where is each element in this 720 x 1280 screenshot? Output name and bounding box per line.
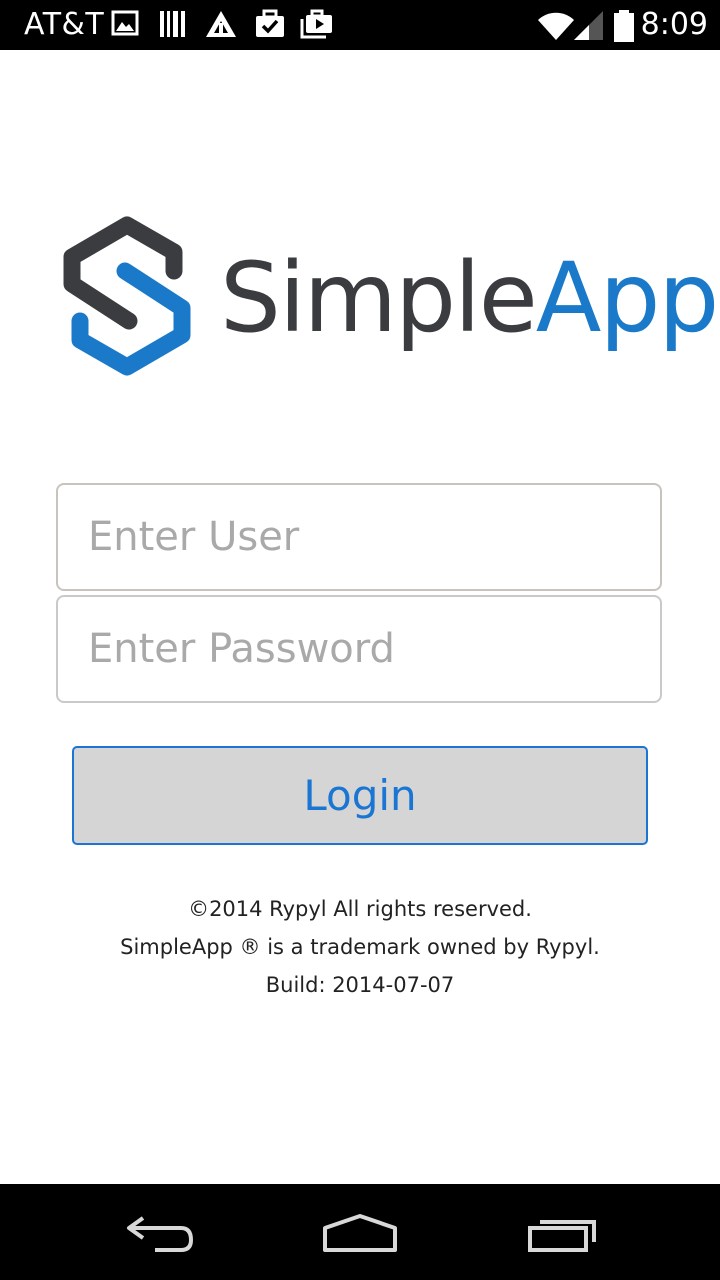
app-logo: SimpleApp bbox=[62, 215, 719, 380]
barcode-icon bbox=[160, 11, 185, 37]
logo-word-simple: Simple bbox=[220, 242, 538, 354]
carrier-label: AT&T bbox=[24, 7, 105, 42]
recent-apps-icon[interactable] bbox=[518, 1204, 608, 1260]
briefcase-check-icon bbox=[256, 9, 284, 37]
clock: 8:09 bbox=[640, 7, 708, 42]
battery-icon bbox=[614, 10, 634, 42]
logo-wordmark: SimpleApp bbox=[220, 242, 720, 354]
navigation-bar bbox=[0, 1184, 720, 1280]
footer: ©2014 Rypyl All rights reserved. SimpleA… bbox=[0, 892, 720, 1006]
briefcase-play-icon bbox=[300, 9, 332, 39]
logo-word-app: App bbox=[535, 242, 720, 354]
build-text: Build: 2014-07-07 bbox=[265, 973, 455, 997]
simpleapp-s-logo-icon bbox=[63, 216, 191, 376]
wifi-icon bbox=[538, 12, 574, 41]
status-bar: AT&T 8:09 bbox=[0, 0, 720, 50]
trademark-text: SimpleApp ® is a trademark owned by Rypy… bbox=[120, 935, 600, 959]
login-button[interactable]: Login bbox=[72, 746, 648, 845]
triangle-logo-icon bbox=[206, 11, 236, 37]
password-input[interactable] bbox=[56, 595, 662, 703]
copyright-text: ©2014 Rypyl All rights reserved. bbox=[188, 897, 532, 921]
image-icon bbox=[111, 10, 139, 36]
back-icon[interactable] bbox=[115, 1204, 205, 1260]
signal-icon bbox=[574, 11, 603, 40]
user-input[interactable] bbox=[56, 483, 662, 591]
home-icon[interactable] bbox=[315, 1204, 405, 1260]
